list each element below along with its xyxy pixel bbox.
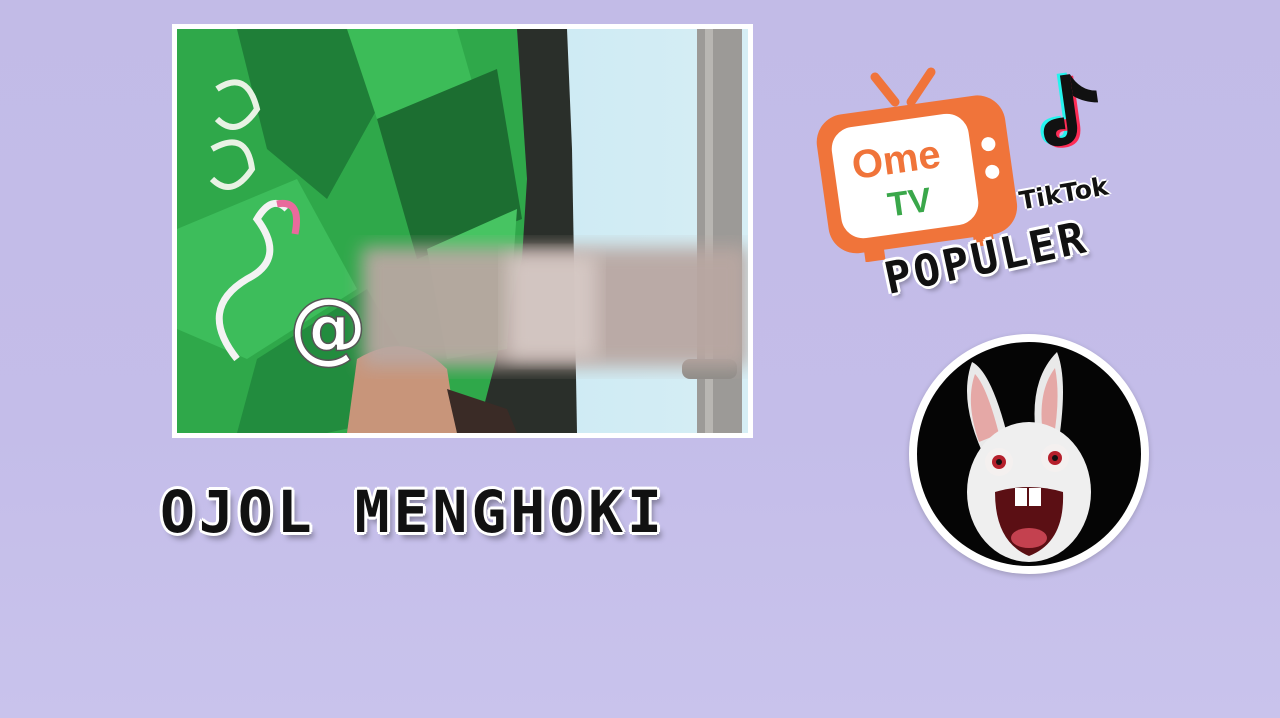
video-thumbnail-frame: @	[172, 24, 753, 438]
headline-title: OJOL MENGHOKI	[160, 478, 666, 546]
channel-avatar[interactable]	[909, 334, 1149, 574]
tiktok-note-icon	[1040, 72, 1099, 148]
photo-illustration: @	[177, 29, 748, 433]
video-thumbnail-photo: @	[177, 29, 748, 433]
platform-logos: Ome TV TikTok	[815, 62, 1175, 342]
photo-watermark: @	[289, 283, 367, 373]
rabbid-icon	[917, 342, 1141, 566]
ometv-line2: TV	[885, 181, 934, 225]
